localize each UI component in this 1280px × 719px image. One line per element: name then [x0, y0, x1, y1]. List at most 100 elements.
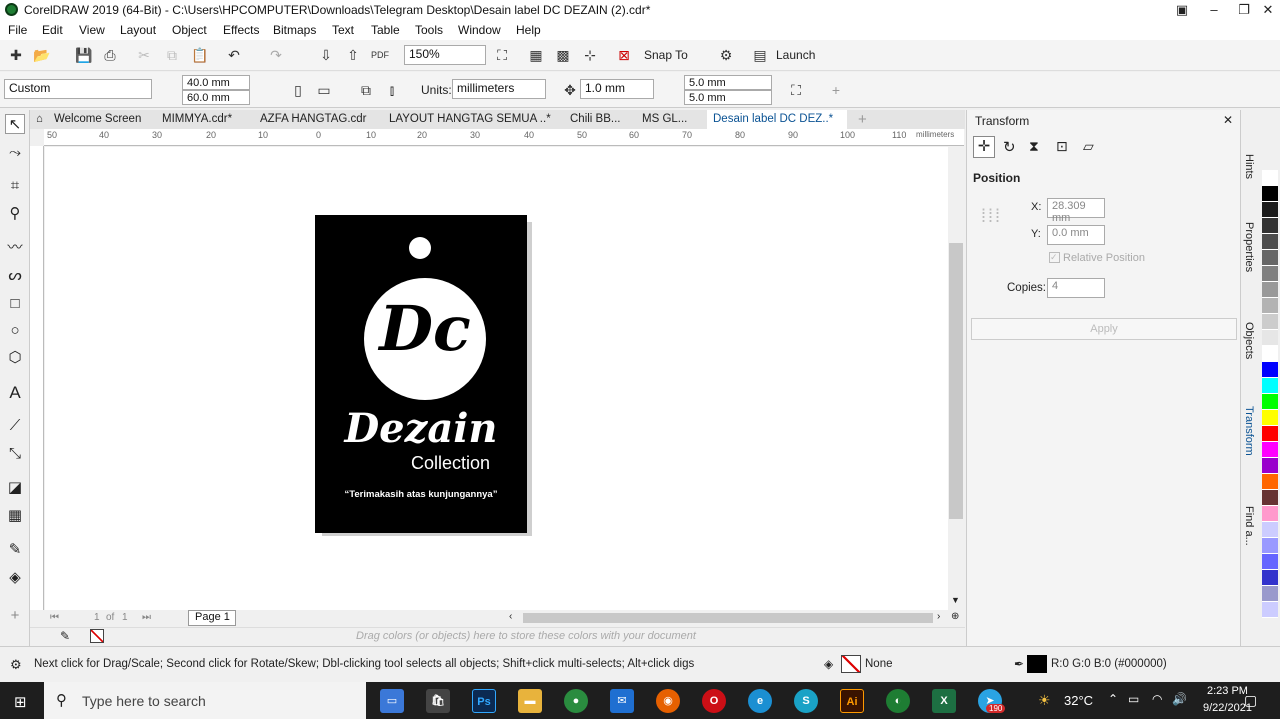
palette-swatch[interactable] [1262, 602, 1278, 618]
palette-swatch[interactable] [1262, 202, 1278, 218]
color-palette[interactable] [1262, 170, 1278, 618]
snap-icon[interactable]: ⊠ [614, 45, 634, 65]
zoom-level-input[interactable]: 150% [404, 45, 486, 65]
first-page-icon[interactable]: ⏮ [50, 612, 59, 623]
portrait-icon[interactable]: ▯ [288, 80, 308, 100]
tab-mimmya[interactable]: MIMMYA.cdr* [156, 110, 232, 129]
palette-swatch[interactable] [1262, 538, 1278, 554]
artistic-media-icon[interactable]: ᔕ [5, 266, 25, 286]
notification-icon[interactable]: ▢ [1244, 692, 1257, 709]
export-icon[interactable]: ⇧ [343, 45, 363, 65]
palette-swatch[interactable] [1262, 458, 1278, 474]
connector-tool-icon[interactable]: ⤡ [5, 444, 25, 464]
excel-icon[interactable]: X [932, 689, 956, 713]
mail-icon[interactable]: ✉ [610, 689, 634, 713]
new-document-icon[interactable]: ✚ [6, 45, 26, 65]
landscape-icon[interactable]: ▭ [314, 80, 334, 100]
freehand-tool-icon[interactable]: 〰 [5, 238, 25, 258]
side-tab-transform[interactable]: Transform [1243, 406, 1255, 456]
palette-swatch[interactable] [1262, 362, 1278, 378]
illustrator-icon[interactable]: Ai [840, 689, 864, 713]
print-icon[interactable]: ⎙ [100, 45, 120, 65]
nudge-distance-input[interactable]: 1.0 mm [580, 79, 654, 99]
dimension-tool-icon[interactable]: ⟋ [5, 416, 25, 436]
fill-tool-icon[interactable]: ◈ [5, 568, 25, 588]
palette-swatch[interactable] [1262, 346, 1278, 362]
wifi-icon[interactable]: ◠ [1152, 692, 1162, 706]
side-tab-objects[interactable]: Objects [1243, 322, 1255, 359]
all-pages-icon[interactable]: ⧉ [356, 80, 376, 100]
menu-edit[interactable]: Edit [42, 23, 63, 37]
opera-icon[interactable]: O [702, 689, 726, 713]
scale-mirror-icon[interactable]: ⧗ [1029, 138, 1039, 155]
rotate-mode-icon[interactable]: ↻ [1003, 138, 1016, 156]
fill-none-swatch[interactable] [841, 655, 861, 673]
windows-start-icon[interactable]: ⊞ [14, 693, 27, 711]
palette-swatch[interactable] [1262, 330, 1278, 346]
no-color-swatch[interactable] [90, 629, 104, 643]
apply-button[interactable]: Apply [971, 318, 1237, 340]
app-icon[interactable]: S [794, 689, 818, 713]
palette-swatch[interactable] [1262, 378, 1278, 394]
import-icon[interactable]: ⇩ [316, 45, 336, 65]
palette-swatch[interactable] [1262, 474, 1278, 490]
launch-dropdown[interactable]: Launch [776, 48, 815, 62]
side-tab-properties[interactable]: Properties [1243, 222, 1255, 272]
menu-help[interactable]: Help [516, 23, 541, 37]
menu-tools[interactable]: Tools [415, 23, 443, 37]
palette-swatch[interactable] [1262, 186, 1278, 202]
scroll-down-icon[interactable]: ▼ [951, 595, 960, 605]
rectangle-tool-icon[interactable]: □ [5, 294, 25, 314]
grid-icon[interactable]: ▩ [553, 45, 573, 65]
volume-icon[interactable]: 🔊 [1172, 692, 1187, 706]
tab-azfa-hangtag[interactable]: AZFA HANGTAG.cdr [254, 110, 367, 129]
menu-view[interactable]: View [79, 23, 105, 37]
add-tool-icon[interactable]: + [5, 606, 25, 626]
zoom-tool-icon[interactable]: ⚲ [5, 204, 25, 224]
tab-welcome-screen[interactable]: Welcome Screen [48, 110, 141, 129]
tab-ms-gl[interactable]: MS GL... [636, 110, 687, 129]
tab-chili[interactable]: Chili BB... [564, 110, 621, 129]
page-width-input[interactable]: 40.0 mm [182, 75, 250, 90]
palette-swatch[interactable] [1262, 506, 1278, 522]
pick-tool-icon[interactable]: ↖ [5, 114, 25, 134]
palette-swatch[interactable] [1262, 410, 1278, 426]
copy-icon[interactable]: ⧉ [162, 45, 182, 65]
vertical-scrollbar[interactable]: ▼ [948, 147, 964, 610]
save-icon[interactable]: 💾 [74, 45, 94, 65]
menu-file[interactable]: File [8, 23, 27, 37]
eyedropper-icon[interactable]: ✎ [60, 629, 70, 643]
tab-desain-label[interactable]: Desain label DC DEZ..* [707, 110, 847, 129]
close-button[interactable]: ✕ [1254, 0, 1280, 20]
home-icon[interactable]: ⌂ [30, 110, 50, 129]
palette-swatch[interactable] [1262, 554, 1278, 570]
palette-swatch[interactable] [1262, 218, 1278, 234]
add-toolbar-icon[interactable]: + [826, 80, 846, 100]
snap-to-dropdown[interactable]: Snap To [644, 48, 688, 62]
restore-icon[interactable]: ▣ [1168, 0, 1196, 20]
paste-icon[interactable]: 📋 [190, 45, 210, 65]
palette-swatch[interactable] [1262, 522, 1278, 538]
firefox-icon[interactable]: ◉ [656, 689, 680, 713]
scroll-right-icon[interactable]: › [937, 611, 940, 622]
clock-time[interactable]: 2:23 PM [1207, 685, 1248, 697]
page-tab[interactable]: Page 1 [188, 610, 236, 626]
current-page-icon[interactable]: ⫾ [382, 80, 402, 100]
menu-text[interactable]: Text [332, 23, 354, 37]
palette-swatch[interactable] [1262, 266, 1278, 282]
battery-icon[interactable]: ▭ [1128, 692, 1139, 706]
taskbar-search-input[interactable]: Type here to search [82, 693, 206, 709]
file-explorer-icon[interactable]: ▬ [518, 689, 542, 713]
copies-input[interactable]: 4 [1047, 278, 1105, 298]
text-tool-icon[interactable]: A [5, 383, 25, 403]
transparency-tool-icon[interactable]: ▦ [5, 506, 25, 526]
menu-window[interactable]: Window [458, 23, 501, 37]
task-view-icon[interactable]: ▭ [380, 689, 404, 713]
page-height-input[interactable]: 60.0 mm [182, 90, 250, 105]
options-gear-icon[interactable]: ⚙ [716, 45, 736, 65]
scroll-left-icon[interactable]: ‹ [509, 611, 512, 622]
palette-swatch[interactable] [1262, 314, 1278, 330]
page-size-preset-select[interactable]: Custom [4, 79, 152, 99]
edge-icon[interactable]: e [748, 689, 772, 713]
rulers-icon[interactable]: ▦ [526, 45, 546, 65]
